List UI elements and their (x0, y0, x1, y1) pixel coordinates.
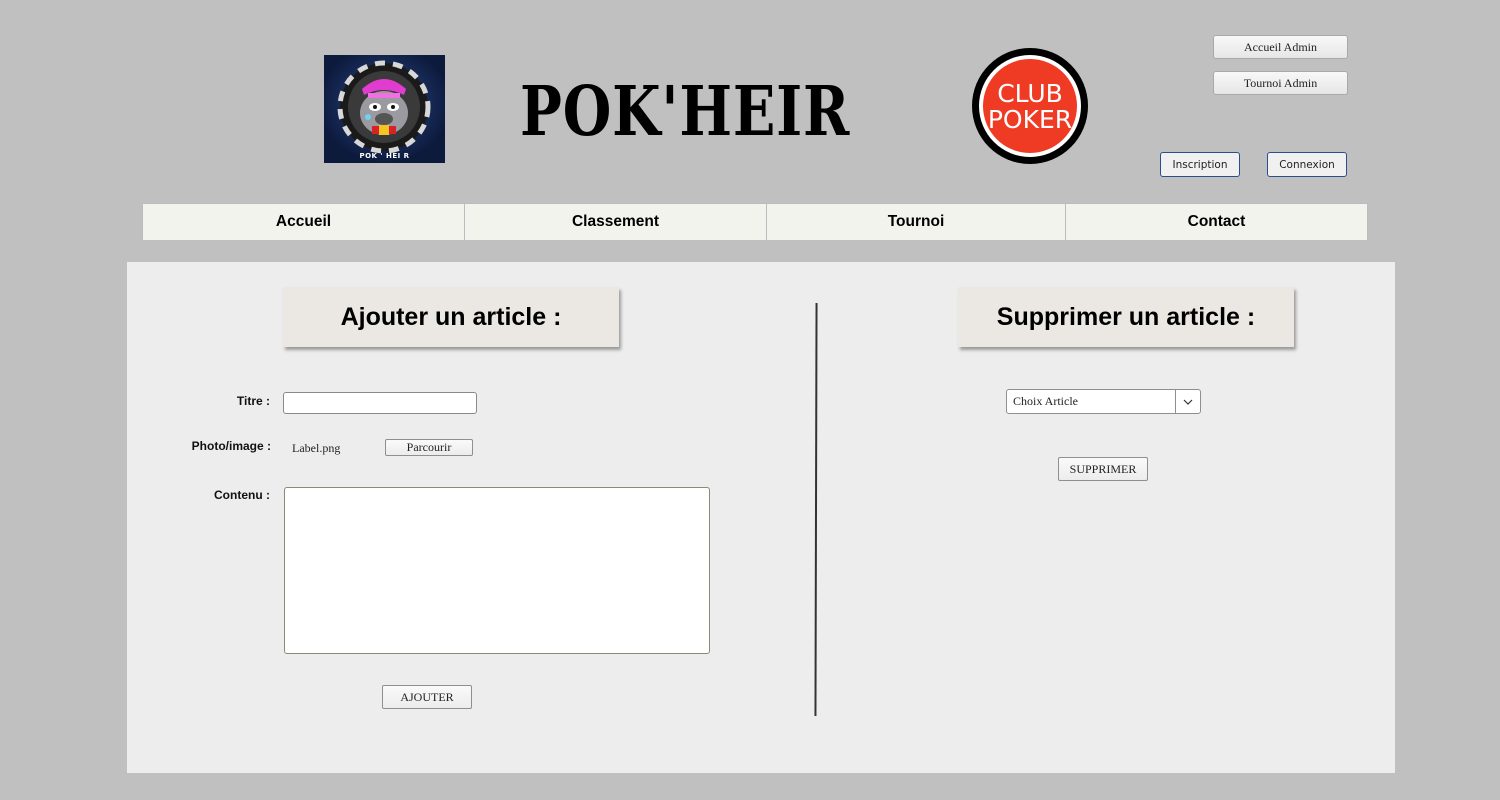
club-poker-logo-line2: POKER (987, 104, 1073, 134)
admin-tournament-button[interactable]: Tournoi Admin (1213, 71, 1348, 95)
main-nav: Accueil Classement Tournoi Contact (142, 203, 1368, 240)
bulldog-logo-caption: POK ' HEI R (359, 152, 410, 160)
title-label: Titre : (236, 394, 270, 408)
image-label: Photo/image : (191, 439, 271, 453)
chevron-down-icon (1175, 390, 1200, 413)
browse-button[interactable]: Parcourir (385, 439, 473, 456)
delete-article-heading: Supprimer un article : (958, 287, 1294, 347)
nav-item-classement[interactable]: Classement (465, 204, 767, 240)
content-textarea[interactable] (284, 487, 710, 654)
club-poker-logo-line1: CLUB (997, 78, 1063, 108)
image-file-name: Label.png (292, 441, 341, 455)
delete-article-button[interactable]: SUPPRIMER (1058, 457, 1148, 481)
content-label: Contenu : (214, 488, 270, 502)
title-input[interactable] (283, 392, 477, 414)
club-logo-bulldog: POK ' HEI R (324, 55, 445, 163)
admin-home-button[interactable]: Accueil Admin (1213, 35, 1348, 59)
add-article-heading: Ajouter un article : (283, 287, 619, 347)
add-article-button[interactable]: AJOUTER (382, 685, 472, 709)
nav-item-accueil[interactable]: Accueil (143, 204, 465, 240)
site-title: POK'HEIR (520, 72, 851, 152)
signup-button[interactable]: Inscription (1160, 152, 1240, 177)
nav-item-tournoi[interactable]: Tournoi (767, 204, 1066, 240)
club-poker-logo: CLUB POKER (972, 48, 1088, 164)
article-select-value: Choix Article (1013, 394, 1078, 408)
nav-item-contact[interactable]: Contact (1066, 204, 1367, 240)
article-select[interactable]: Choix Article (1006, 389, 1201, 414)
login-button[interactable]: Connexion (1267, 152, 1347, 177)
